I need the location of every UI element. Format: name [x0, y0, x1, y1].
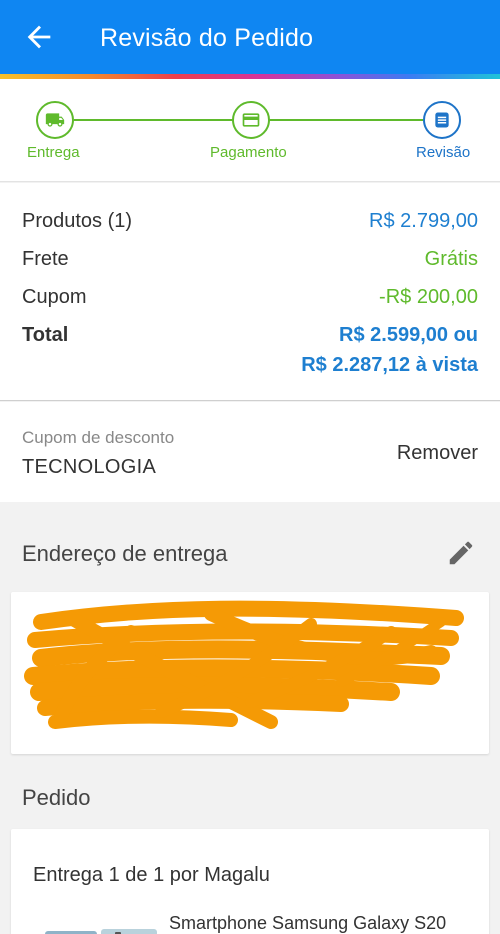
remove-coupon-button[interactable]: Remover — [397, 442, 478, 465]
address-card[interactable] — [11, 592, 489, 754]
coupon-value: -R$ 200,00 — [379, 286, 478, 308]
page-title: Revisão do Pedido — [100, 24, 314, 52]
truck-icon — [45, 113, 65, 127]
step-pagamento[interactable] — [232, 101, 270, 139]
checkout-stepper: Entrega Pagamento Revisão — [0, 79, 500, 182]
order-summary: Produtos (1) R$ 2.799,00 Frete Grátis Cu… — [0, 183, 500, 401]
app-bar: Revisão do Pedido — [0, 0, 500, 74]
edit-pencil-icon[interactable] — [446, 538, 476, 568]
order-card: Entrega 1 de 1 por Magalu Smartphone Sam… — [11, 829, 489, 934]
product-thumbnail — [45, 929, 157, 934]
step-entrega[interactable] — [36, 101, 74, 139]
coupon-caption: Cupom de desconto — [22, 428, 175, 447]
list-icon — [435, 112, 449, 128]
step-revisao[interactable] — [423, 101, 461, 139]
total-label: Total — [22, 324, 69, 346]
total-cash-value: R$ 2.287,12 à vista — [301, 354, 478, 376]
stepper-line-2 — [269, 119, 423, 121]
address-section-title: Endereço de entrega — [22, 541, 228, 566]
step-label-entrega: Entrega — [27, 144, 80, 161]
products-label: Produtos (1) — [22, 210, 133, 232]
coupon-section: Cupom de desconto TECNOLOGIA Remover — [0, 402, 500, 502]
coupon-label: Cupom — [22, 286, 87, 308]
shipping-value: Grátis — [424, 248, 478, 270]
step-label-pagamento: Pagamento — [210, 144, 287, 161]
delivery-info: Entrega 1 de 1 por Magalu — [33, 864, 270, 886]
coupon-code: TECNOLOGIA — [22, 456, 157, 478]
total-value: R$ 2.599,00 ou — [339, 324, 478, 346]
shipping-label: Frete — [22, 248, 69, 270]
credit-card-icon — [242, 113, 260, 127]
back-arrow-icon[interactable] — [22, 20, 56, 54]
order-section-title: Pedido — [22, 785, 91, 810]
products-value: R$ 2.799,00 — [369, 210, 478, 232]
product-name[interactable]: Smartphone Samsung Galaxy S20 — [169, 913, 446, 934]
stepper-line-1 — [74, 119, 233, 121]
step-label-revisao: Revisão — [416, 144, 471, 161]
redacted-address-scribble — [24, 600, 464, 729]
